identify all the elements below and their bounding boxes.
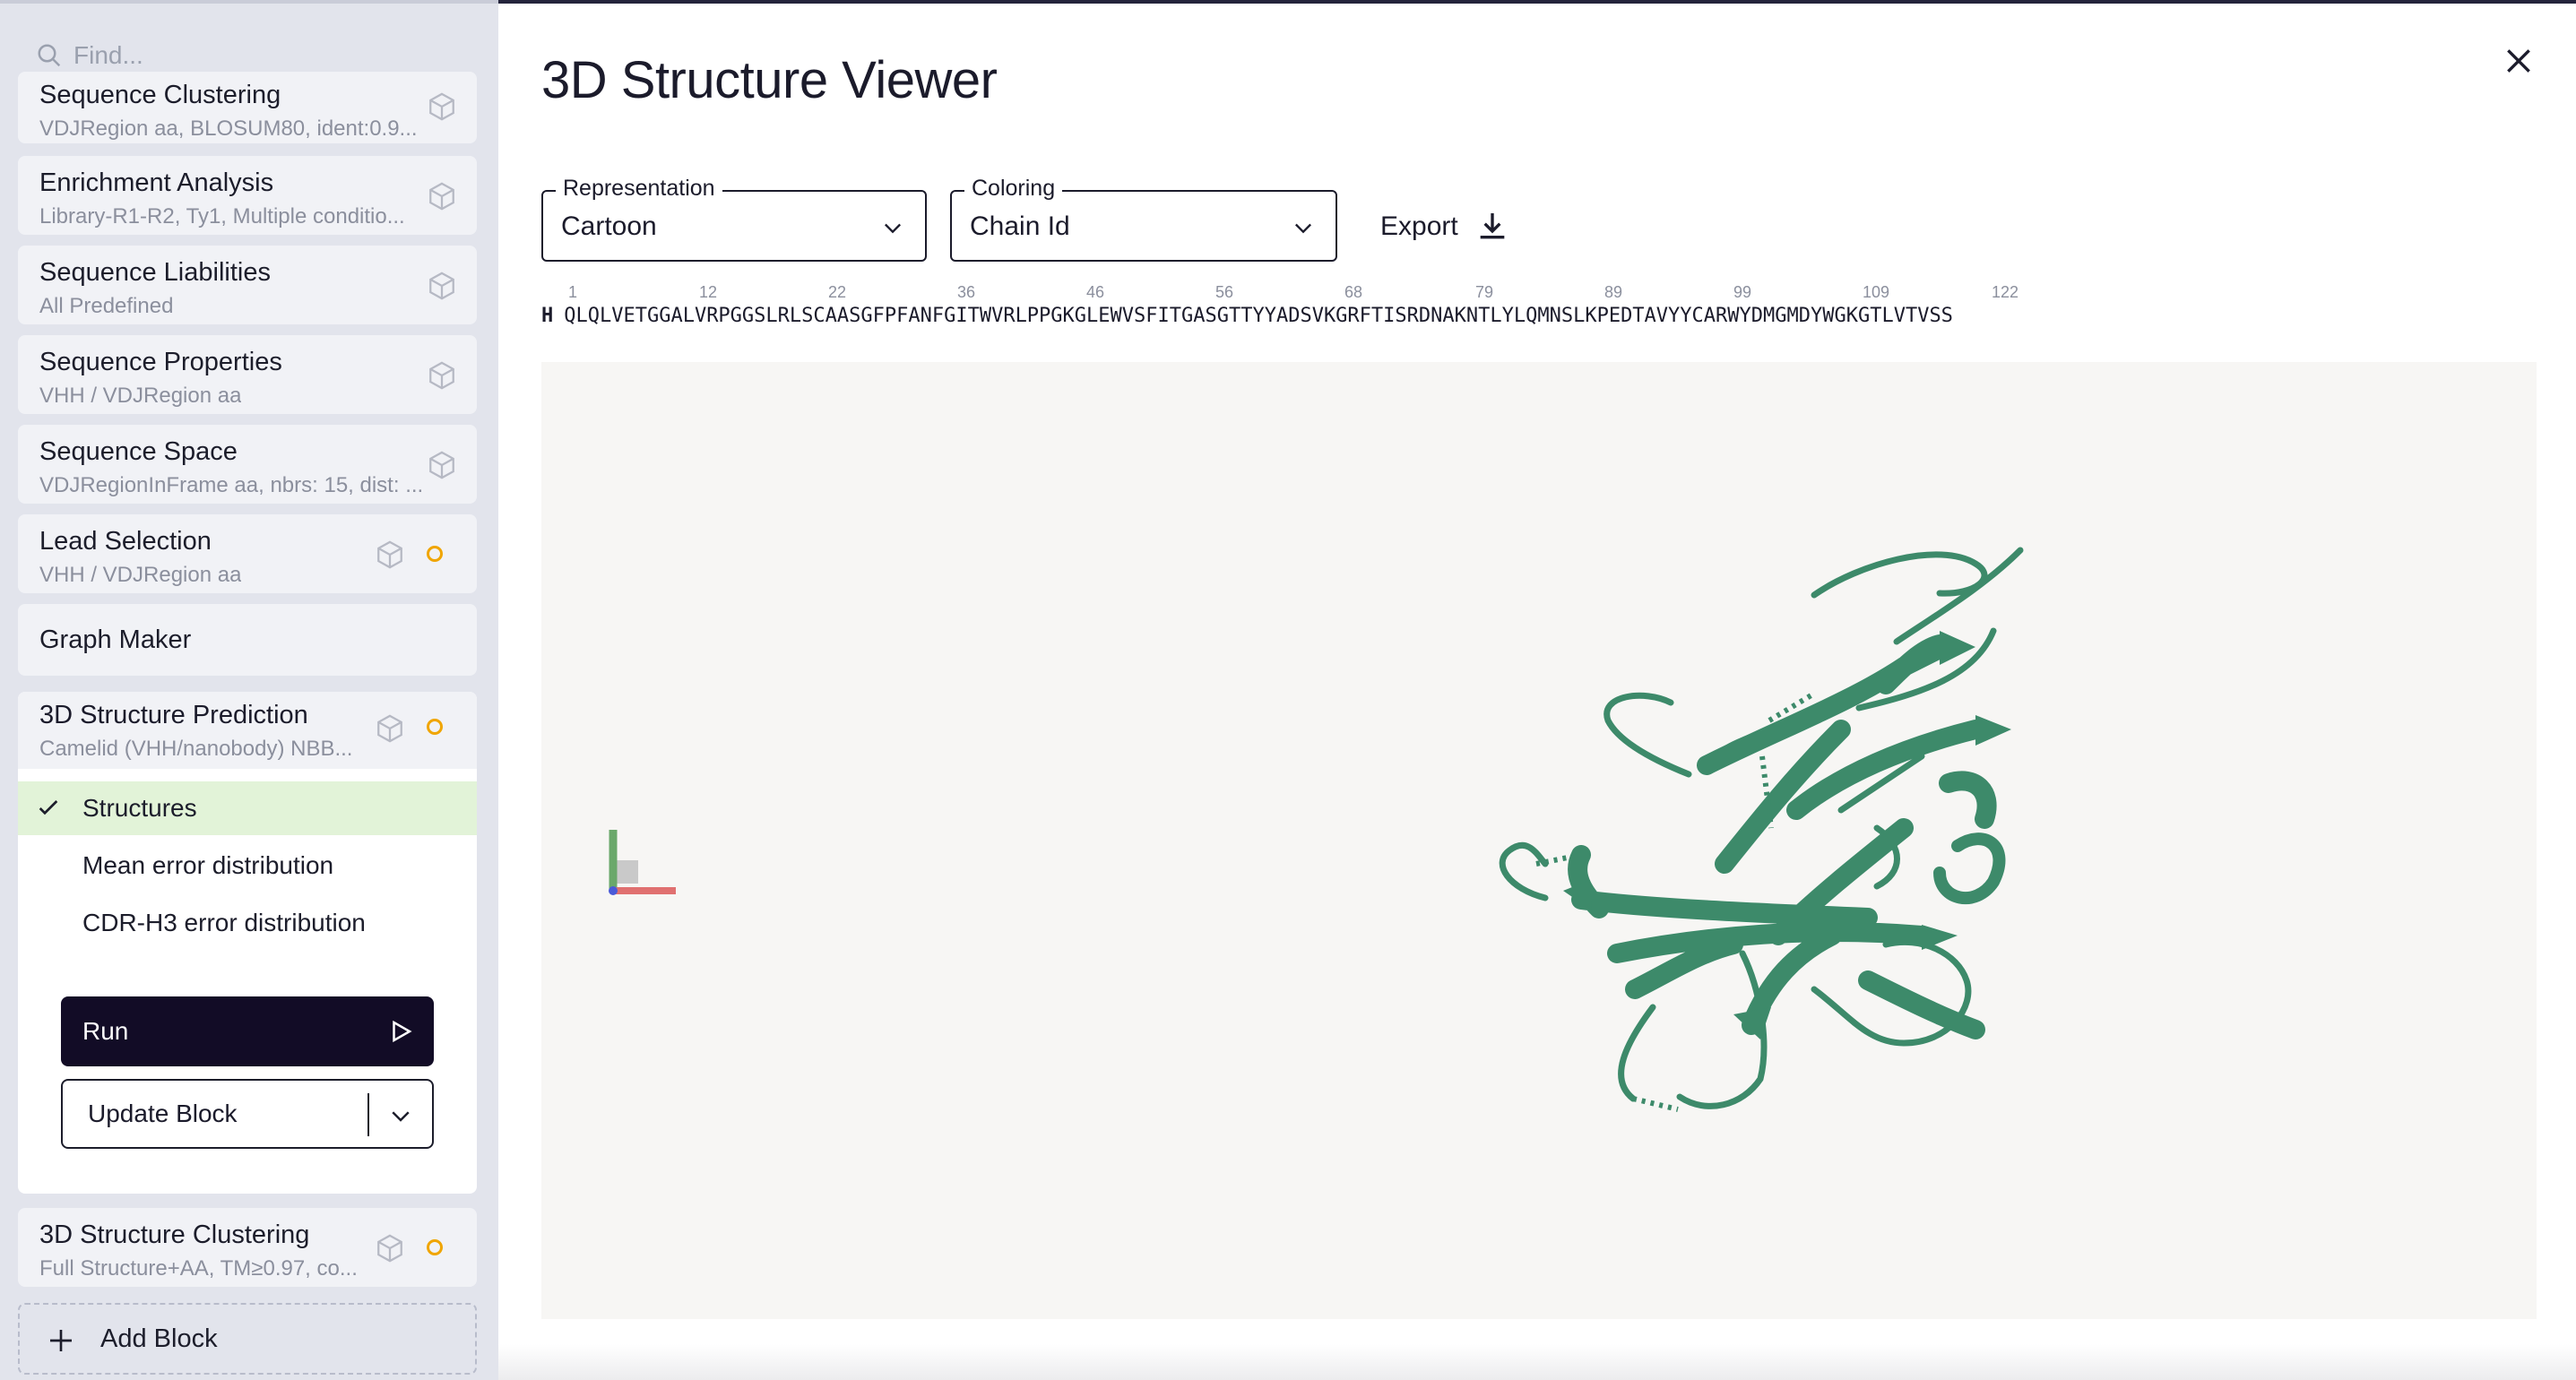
find-search[interactable]: Find... (36, 36, 143, 75)
chain-id: H (541, 305, 554, 327)
block-3d-structure-prediction: 3D Structure Prediction Camelid (VHH/nan… (18, 692, 477, 1194)
cube-icon (377, 540, 402, 569)
download-icon (1480, 213, 1505, 239)
residue-marker: 122 (1992, 283, 2019, 301)
representation-label: Representation (556, 176, 722, 202)
block-sequence-properties[interactable]: Sequence Properties VHH / VDJRegion aa (18, 335, 477, 414)
residue-marker: 109 (1863, 283, 1890, 301)
block-sequence-liabilities[interactable]: Sequence Liabilities All Predefined (18, 246, 477, 324)
find-placeholder: Find... (73, 41, 143, 69)
chevron-down-icon (1295, 223, 1311, 234)
coloring-label: Coloring (964, 176, 1063, 202)
block-title: 3D Structure Prediction (39, 701, 308, 729)
block-3d-structure-clustering[interactable]: 3D Structure Clustering Full Structure+A… (18, 1208, 477, 1287)
block-subtitle: All Predefined (39, 294, 174, 318)
block-title: Sequence Properties (39, 348, 282, 376)
block-title: 3D Structure Clustering (39, 1220, 310, 1249)
block-subtitle: Camelid (VHH/nanobody) NBB... (39, 737, 353, 761)
representation-value: Cartoon (561, 211, 657, 241)
block-subtitle: Library-R1-R2, Ty1, Multiple conditio... (39, 204, 405, 229)
block-title: Enrichment Analysis (39, 168, 274, 197)
block-header[interactable]: 3D Structure Prediction Camelid (VHH/nan… (18, 692, 477, 769)
plus-icon (50, 1330, 72, 1351)
cube-icon (429, 182, 454, 211)
subitem-mean-error-distribution[interactable]: Mean error distribution (18, 839, 477, 893)
subitem-structures[interactable]: Structures (18, 781, 477, 835)
3d-viewer-canvas[interactable] (541, 362, 2537, 1319)
cube-icon (377, 714, 402, 743)
bottom-shadow (498, 1344, 2576, 1380)
subitem-label: Structures (82, 794, 197, 822)
sequence-track[interactable]: H QLQLVETGGALVRPGGSLRLSCAASGFPFANFGITWVRL… (541, 305, 1953, 327)
residue-marker: 99 (1733, 283, 1752, 301)
structure-viewer-panel: 3D Structure Viewer Representation Carto… (498, 4, 2576, 1380)
pending-status-icon (427, 1239, 443, 1255)
block-subtitle: Full Structure+AA, TM≥0.97, co... (39, 1256, 358, 1281)
coloring-value: Chain Id (970, 211, 1070, 241)
subitem-cdr-h3-error-distribution[interactable]: CDR-H3 error distribution (18, 896, 477, 950)
representation-select[interactable]: Representation Cartoon (541, 176, 927, 262)
block-subtitle: VHH / VDJRegion aa (39, 384, 242, 408)
export-label: Export (1380, 211, 1458, 241)
coloring-select[interactable]: Coloring Chain Id (950, 176, 1337, 262)
add-block-label: Add Block (100, 1324, 218, 1353)
cube-icon (429, 272, 454, 300)
block-enrichment-analysis[interactable]: Enrichment Analysis Library-R1-R2, Ty1, … (18, 156, 477, 235)
block-sequence-space[interactable]: Sequence Space VDJRegionInFrame aa, nbrs… (18, 425, 477, 504)
block-title: Sequence Liabilities (39, 258, 271, 287)
update-block-button[interactable]: Update Block (61, 1079, 434, 1149)
cube-icon (429, 451, 454, 479)
page-title: 3D Structure Viewer (541, 51, 998, 109)
residue-marker: 1 (568, 283, 578, 301)
residue-marker: 79 (1475, 283, 1494, 301)
block-subtitle: VDJRegion aa, BLOSUM80, ident:0.9... (39, 116, 418, 141)
chevron-down-icon[interactable] (387, 1102, 414, 1129)
block-title: Sequence Clustering (39, 81, 281, 109)
sidebar: Find... Sequence Clustering VDJRegion aa… (0, 4, 498, 1380)
residue-marker: 89 (1604, 283, 1623, 301)
block-subtitle: VHH / VDJRegion aa (39, 563, 242, 587)
block-title: Graph Maker (39, 625, 192, 654)
check-icon (39, 800, 58, 815)
cube-icon (377, 1234, 402, 1263)
run-label: Run (82, 1017, 129, 1045)
residue-marker: 56 (1215, 283, 1234, 301)
run-button[interactable]: Run (61, 996, 434, 1066)
pending-status-icon (427, 546, 443, 562)
search-icon (38, 44, 61, 67)
block-title: Lead Selection (39, 527, 212, 556)
sequence-residues: QLQLVETGGALVRPGGSLRLSCAASGFPFANFGITWVRLP… (564, 305, 1953, 327)
block-subtitle: VDJRegionInFrame aa, nbrs: 15, dist: ... (39, 473, 424, 497)
play-icon (393, 1020, 412, 1043)
block-title: Sequence Space (39, 437, 238, 466)
residue-marker: 36 (957, 283, 976, 301)
subitem-label: CDR-H3 error distribution (82, 909, 366, 936)
block-sequence-clustering[interactable]: Sequence Clustering VDJRegion aa, BLOSUM… (18, 72, 477, 143)
pending-status-icon (427, 719, 443, 735)
block-lead-selection[interactable]: Lead Selection VHH / VDJRegion aa (18, 514, 477, 593)
cube-icon (429, 92, 454, 121)
close-icon[interactable] (2501, 43, 2537, 79)
block-graph-maker[interactable]: Graph Maker (18, 604, 477, 676)
protein-cartoon (609, 547, 2024, 1112)
cube-icon (429, 361, 454, 390)
residue-marker: 22 (828, 283, 847, 301)
residue-marker: 68 (1344, 283, 1363, 301)
export-button[interactable]: Export (1380, 204, 1510, 249)
subitem-label: Mean error distribution (82, 851, 334, 879)
update-label: Update Block (88, 1100, 238, 1127)
residue-marker: 46 (1086, 283, 1105, 301)
chevron-down-icon (885, 223, 901, 234)
residue-marker: 12 (699, 283, 718, 301)
add-block-button[interactable]: Add Block (18, 1303, 477, 1375)
button-divider (367, 1093, 369, 1136)
